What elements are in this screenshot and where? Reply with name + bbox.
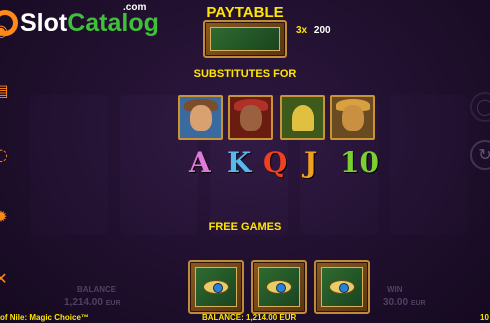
- paytable-icon[interactable]: ▤: [0, 82, 10, 100]
- bottom-bar: BALANCE 1,214.00 EUR WIN 30.00 EUR of Ni…: [0, 283, 490, 323]
- info-icon[interactable]: ◌: [0, 146, 10, 164]
- refresh-icon[interactable]: ◉: [0, 22, 10, 40]
- free-games-heading: FREE GAMES: [208, 221, 282, 233]
- letter-symbol-10: 10: [340, 146, 379, 179]
- letter-symbol-q: Q: [263, 146, 288, 179]
- book-symbol: [203, 20, 287, 58]
- balance-label: BALANCE: [77, 285, 117, 294]
- pharaoh-red-symbol: [228, 95, 273, 140]
- letter-symbol-a: A: [189, 146, 211, 179]
- letter-symbol-k: K: [227, 146, 252, 179]
- pay-amount: 200: [313, 25, 331, 36]
- right-edge-text: 10: [480, 313, 489, 322]
- paytable-title: PAYTABLE: [206, 4, 284, 21]
- game-name: of Nile: Magic Choice™: [0, 313, 89, 322]
- settings-icon[interactable]: ✹: [0, 208, 10, 226]
- win-label: WIN: [387, 285, 403, 294]
- balance-value: 1,214.00 EUR: [64, 297, 121, 308]
- pay-line: 3x 200: [296, 25, 331, 36]
- pay-multiplier: 3x: [296, 25, 308, 36]
- ankh-symbol: [280, 95, 325, 140]
- win-value: 30.00 EUR: [383, 297, 426, 308]
- explorer-symbol: [178, 95, 223, 140]
- substitutes-heading: SUBSTITUTES FOR: [193, 68, 297, 80]
- letter-symbol-j: J: [304, 146, 318, 179]
- sphinx-symbol: [330, 95, 375, 140]
- balance-footer: BALANCE: 1,214.00 EUR: [202, 313, 297, 322]
